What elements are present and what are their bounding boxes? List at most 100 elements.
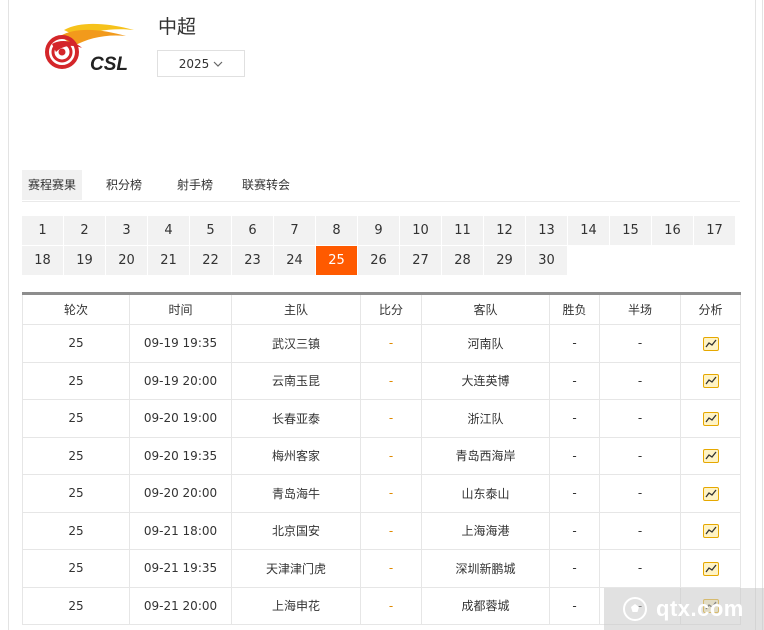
round-button[interactable]: 24 (274, 246, 315, 275)
table-row: 25 09-19 20:00 云南玉昆 - 大连英博 - - (22, 362, 741, 400)
csl-logo: CSL (42, 22, 138, 76)
round-button[interactable]: 18 (22, 246, 63, 275)
round-button[interactable]: 26 (358, 246, 399, 275)
round-button[interactable]: 10 (400, 216, 441, 245)
header-analysis: 分析 (680, 292, 741, 325)
home-team-cell[interactable]: 武汉三镇 (231, 324, 361, 363)
header-result: 胜负 (549, 292, 600, 325)
table-row: 25 09-19 19:35 武汉三镇 - 河南队 - - (22, 324, 741, 363)
score-cell: - (360, 437, 422, 475)
home-team-cell[interactable]: 云南玉昆 (231, 362, 361, 400)
tab-top-scorers[interactable]: 射手榜 (165, 170, 225, 200)
round-button[interactable]: 7 (274, 216, 315, 245)
round-button[interactable]: 12 (484, 216, 525, 245)
round-button[interactable]: 15 (610, 216, 651, 245)
tab-transfers[interactable]: 联赛转会 (234, 170, 298, 200)
round-cell: 25 (22, 362, 130, 400)
away-team-cell[interactable]: 河南队 (421, 324, 550, 363)
round-button[interactable]: 29 (484, 246, 525, 275)
round-cell: 25 (22, 437, 130, 475)
analysis-chart-icon[interactable] (702, 486, 719, 501)
round-button[interactable]: 8 (316, 216, 357, 245)
round-button[interactable]: 22 (190, 246, 231, 275)
analysis-cell (680, 549, 741, 588)
home-team-cell[interactable]: 上海申花 (231, 587, 361, 625)
header-halftime: 半场 (599, 292, 681, 325)
away-team-cell[interactable]: 浙江队 (421, 399, 550, 438)
tab-standings[interactable]: 积分榜 (94, 170, 154, 200)
round-button[interactable]: 23 (232, 246, 273, 275)
round-cell: 25 (22, 399, 130, 438)
analysis-chart-icon[interactable] (702, 411, 719, 426)
away-team-cell[interactable]: 成都蓉城 (421, 587, 550, 625)
away-team-cell[interactable]: 上海海港 (421, 512, 550, 550)
round-cell: 25 (22, 512, 130, 550)
result-cell: - (549, 512, 600, 550)
round-button[interactable]: 27 (400, 246, 441, 275)
season-select[interactable]: 2025 (157, 50, 245, 77)
analysis-cell (680, 474, 741, 513)
round-button[interactable]: 19 (64, 246, 105, 275)
analysis-cell (680, 399, 741, 438)
round-button[interactable]: 17 (694, 216, 735, 245)
round-button[interactable]: 16 (652, 216, 693, 245)
analysis-cell (680, 437, 741, 475)
result-cell: - (549, 324, 600, 363)
time-cell: 09-20 20:00 (129, 474, 232, 513)
round-button[interactable]: 20 (106, 246, 147, 275)
away-team-cell[interactable]: 青岛西海岸 (421, 437, 550, 475)
home-team-cell[interactable]: 天津津门虎 (231, 549, 361, 588)
round-button[interactable]: 1 (22, 216, 63, 245)
score-cell: - (360, 324, 422, 363)
result-cell: - (549, 474, 600, 513)
home-team-cell[interactable]: 长春亚泰 (231, 399, 361, 438)
result-cell: - (549, 399, 600, 438)
fixtures-table: 轮次 时间 主队 比分 客队 胜负 半场 分析 25 09-19 19:35 武汉三… (22, 292, 741, 625)
tab-fixtures[interactable]: 赛程赛果 (22, 170, 82, 200)
analysis-chart-icon[interactable] (702, 336, 719, 351)
result-cell: - (549, 362, 600, 400)
table-row: 25 09-21 18:00 北京国安 - 上海海港 - - (22, 512, 741, 550)
table-row: 25 09-20 20:00 青岛海牛 - 山东泰山 - - (22, 474, 741, 513)
table-row: 25 09-21 19:35 天津津门虎 - 深圳新鹏城 - - (22, 549, 741, 588)
round-button[interactable]: 28 (442, 246, 483, 275)
round-button[interactable]: 5 (190, 216, 231, 245)
page-title: 中超 (158, 16, 197, 38)
round-button[interactable]: 9 (358, 216, 399, 245)
time-cell: 09-19 19:35 (129, 324, 232, 363)
round-cell: 25 (22, 474, 130, 513)
home-team-cell[interactable]: 北京国安 (231, 512, 361, 550)
halftime-cell: - (599, 474, 681, 513)
away-team-cell[interactable]: 山东泰山 (421, 474, 550, 513)
score-cell: - (360, 587, 422, 625)
analysis-chart-icon[interactable] (702, 524, 719, 538)
halftime-cell: - (599, 324, 681, 363)
page-right-border (755, 0, 756, 630)
halftime-cell: - (599, 399, 681, 438)
away-team-cell[interactable]: 大连英博 (421, 362, 550, 400)
scrollbar-edge (762, 0, 763, 630)
round-button[interactable]: 13 (526, 216, 567, 245)
score-cell: - (360, 362, 422, 400)
analysis-chart-icon[interactable] (702, 374, 719, 388)
round-button[interactable]: 14 (568, 216, 609, 245)
watermark-text: qtx.com (656, 596, 744, 621)
analysis-chart-icon[interactable] (702, 449, 719, 463)
time-cell: 09-20 19:35 (129, 437, 232, 475)
time-cell: 09-19 20:00 (129, 362, 232, 400)
home-team-cell[interactable]: 梅州客家 (231, 437, 361, 475)
round-button[interactable]: 3 (106, 216, 147, 245)
away-team-cell[interactable]: 深圳新鹏城 (421, 549, 550, 588)
header-home: 主队 (231, 292, 361, 325)
round-button[interactable]: 4 (148, 216, 189, 245)
round-button[interactable]: 30 (526, 246, 567, 275)
round-button[interactable]: 11 (442, 216, 483, 245)
round-button[interactable]: 2 (64, 216, 105, 245)
header-time: 时间 (129, 292, 232, 325)
round-button[interactable]: 21 (148, 246, 189, 275)
home-team-cell[interactable]: 青岛海牛 (231, 474, 361, 513)
analysis-chart-icon[interactable] (702, 561, 719, 576)
round-button[interactable]: 25 (316, 246, 357, 275)
result-cell: - (549, 587, 600, 625)
round-button[interactable]: 6 (232, 216, 273, 245)
